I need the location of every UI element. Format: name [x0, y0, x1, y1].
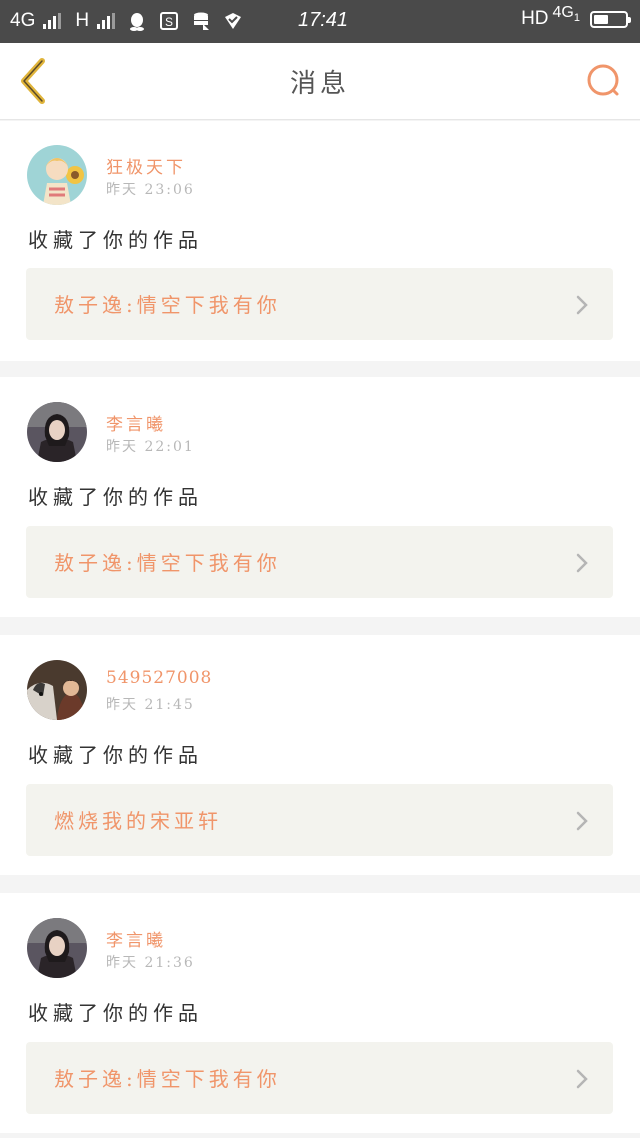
battery-icon: [590, 10, 631, 28]
svg-text:S: S: [165, 15, 173, 29]
page-title: 消息: [289, 69, 350, 99]
action-text: 收藏了你的作品: [28, 1001, 203, 1025]
database-icon: [194, 12, 210, 30]
action-text: 收藏了你的作品: [28, 743, 203, 767]
status-left: 4G H S: [10, 10, 243, 32]
work-link[interactable]: 敖子逸:情空下我有你: [26, 1042, 613, 1114]
network-type-2: H: [75, 10, 90, 31]
status-right: HD 4G1: [521, 4, 631, 30]
username[interactable]: 李言曦: [106, 926, 166, 951]
avatar[interactable]: [27, 402, 87, 462]
network-type-1: 4G: [10, 10, 36, 31]
username[interactable]: 549527008: [106, 668, 212, 688]
work-link[interactable]: 敖子逸:情空下我有你: [26, 268, 613, 340]
chevron-right-icon: [576, 1069, 588, 1089]
username[interactable]: 狂极天下: [106, 153, 186, 178]
s-app-icon: S: [160, 12, 179, 30]
work-link[interactable]: 燃烧我的宋亚轩: [26, 784, 613, 856]
chevron-right-icon: [576, 295, 588, 315]
avatar[interactable]: [27, 145, 87, 205]
notification-card: 549527008 昨天 21:45 收藏了你的作品 燃烧我的宋亚轩: [0, 635, 640, 875]
work-title: 燃烧我的宋亚轩: [54, 809, 222, 833]
action-text: 收藏了你的作品: [28, 485, 203, 509]
avatar[interactable]: [27, 660, 87, 720]
timestamp: 昨天 21:36: [106, 955, 195, 971]
signal-icon: [43, 13, 62, 29]
action-text: 收藏了你的作品: [28, 228, 203, 252]
clock: 17:41: [298, 9, 349, 31]
status-bar: 4G H S 17:41 HD 4G1: [0, 0, 640, 43]
timestamp: 昨天 22:01: [106, 439, 195, 455]
work-link[interactable]: 敖子逸:情空下我有你: [26, 526, 613, 598]
work-title: 敖子逸:情空下我有你: [54, 551, 281, 575]
timestamp: 昨天 21:45: [106, 697, 195, 713]
notification-card: 李言曦 昨天 22:01 收藏了你的作品 敖子逸:情空下我有你: [0, 377, 640, 617]
qq-icon: [130, 13, 145, 31]
chevron-right-icon: [576, 811, 588, 831]
chevron-right-icon: [576, 553, 588, 573]
avatar[interactable]: [27, 918, 87, 978]
username[interactable]: 李言曦: [106, 410, 166, 435]
shield-check-icon: [225, 13, 242, 29]
search-icon[interactable]: [584, 61, 624, 101]
nav-bar: 消息: [0, 43, 640, 120]
timestamp: 昨天 23:06: [106, 182, 195, 198]
work-title: 敖子逸:情空下我有你: [54, 293, 281, 317]
work-title: 敖子逸:情空下我有你: [54, 1067, 281, 1091]
hd-indicator: HD: [521, 8, 549, 29]
network-type-3: 4G1: [552, 3, 580, 25]
notification-card: 狂极天下 昨天 23:06 收藏了你的作品 敖子逸:情空下我有你: [0, 121, 640, 361]
notification-card: 李言曦 昨天 21:36 收藏了你的作品 敖子逸:情空下我有你: [0, 893, 640, 1133]
signal-icon-2: [97, 13, 116, 29]
